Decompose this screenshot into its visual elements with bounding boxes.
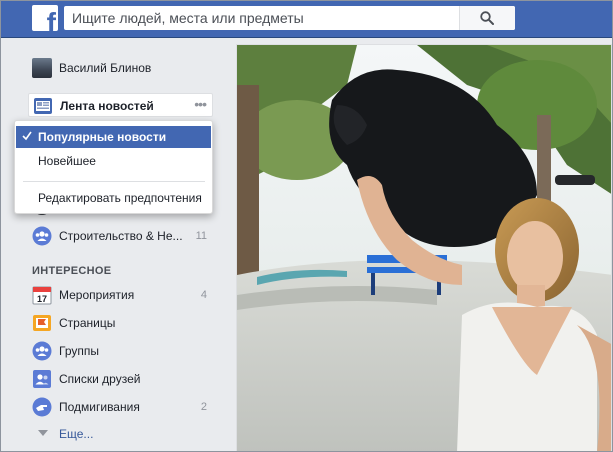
sidebar-item-label: Подмигивания <box>59 400 140 414</box>
menu-item-most-recent[interactable]: Новейшее <box>16 150 211 172</box>
news-feed-icon <box>34 98 52 114</box>
group-icon <box>32 226 52 246</box>
sidebar-item-pokes[interactable]: Подмигивания 2 <box>32 397 212 419</box>
profile-name: Василий Блинов <box>59 61 152 75</box>
groups-icon <box>32 341 52 361</box>
facebook-logo-icon[interactable]: f <box>32 5 58 31</box>
search-box <box>64 6 515 30</box>
search-input[interactable] <box>64 6 464 30</box>
menu-item-label: Новейшее <box>38 154 96 168</box>
post-photo-image <box>237 45 611 452</box>
menu-divider <box>23 181 205 182</box>
svg-text:17: 17 <box>37 294 47 304</box>
sidebar-item-label: Списки друзей <box>59 372 141 386</box>
see-more-label: Еще... <box>59 427 94 441</box>
sidebar-item-count: 4 <box>200 289 207 301</box>
sidebar-item-friend-lists[interactable]: Списки друзей <box>32 369 212 391</box>
profile-link[interactable]: Василий Блинов <box>32 58 212 80</box>
poke-icon <box>32 397 52 417</box>
flag-icon <box>33 315 51 331</box>
sidebar-item-count: 2 <box>200 401 207 413</box>
sidebar-item-pages[interactable]: Страницы <box>32 313 212 335</box>
search-button[interactable] <box>459 6 515 30</box>
search-icon <box>480 11 494 25</box>
chevron-down-icon <box>38 430 48 436</box>
top-bar: f <box>0 0 613 38</box>
sidebar-item-events[interactable]: 17 Мероприятия 4 <box>32 285 212 307</box>
sidebar-item-label: Строительство & Не... <box>59 229 183 243</box>
calendar-icon: 17 <box>32 286 52 305</box>
menu-item-label: Популярные новости <box>38 130 167 144</box>
news-feed-sort-menu: Популярные новости Новейшее Редактироват… <box>14 120 213 214</box>
sidebar-item-label: Мероприятия <box>59 288 135 302</box>
friends-list-icon <box>33 370 51 388</box>
see-more-link[interactable]: Еще... <box>34 425 134 443</box>
checkmark-icon <box>22 131 32 141</box>
more-options-icon[interactable]: ••• <box>194 96 207 112</box>
section-title-explore: ИНТЕРЕСНОЕ <box>32 265 112 277</box>
sidebar-item-group[interactable]: Строительство & Не... 11 <box>32 226 212 248</box>
sidebar-item-groups[interactable]: Группы <box>32 341 212 363</box>
feed-post-photo[interactable] <box>236 44 612 452</box>
avatar <box>32 58 52 78</box>
sidebar-item-label: Страницы <box>59 316 116 330</box>
menu-item-top-stories[interactable]: Популярные новости <box>16 126 211 148</box>
sidebar-item-count: 11 <box>195 230 207 242</box>
sidebar-item-news-feed[interactable]: Лента новостей ••• <box>28 93 213 117</box>
menu-item-label: Редактировать предпочтения <box>38 191 202 205</box>
sidebar-item-label: Группы <box>59 344 99 358</box>
news-feed-label: Лента новостей <box>60 99 154 113</box>
menu-item-edit-preferences[interactable]: Редактировать предпочтения <box>16 187 211 209</box>
